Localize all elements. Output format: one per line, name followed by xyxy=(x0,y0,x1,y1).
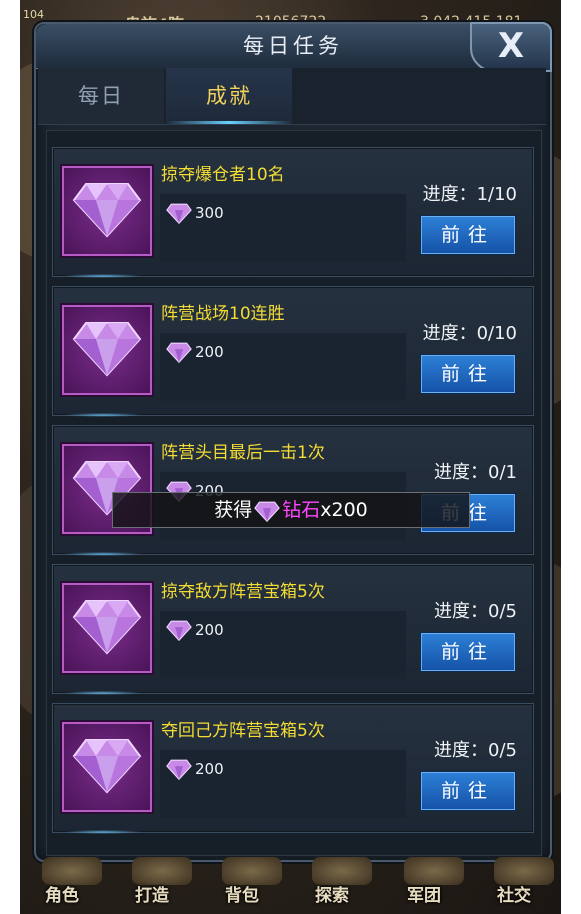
nav-explore[interactable]: 探索 xyxy=(292,881,372,906)
purple-diamond-icon xyxy=(72,739,142,794)
purple-diamond-icon xyxy=(72,183,142,238)
toast-prefix: 获得 xyxy=(214,499,253,521)
close-button[interactable]: X xyxy=(470,22,552,72)
tab-achievements[interactable]: 成就 xyxy=(166,68,292,124)
task-name: 夺回己方阵营宝箱5次 xyxy=(161,721,325,741)
tab-daily[interactable]: 每日 xyxy=(38,68,164,124)
toast-item: 钻石 xyxy=(282,499,321,521)
reward-amount: 200 xyxy=(195,760,224,778)
task-card: 夺回己方阵营宝箱5次 200 进度：0/5 前往 xyxy=(52,703,534,834)
reward-item-frame[interactable] xyxy=(62,305,152,395)
reward-amount: 200 xyxy=(195,343,224,361)
diamond-icon xyxy=(166,759,192,780)
task-progress: 进度：0/1 xyxy=(434,462,517,483)
task-card: 掠夺敌方阵营宝箱5次 200 进度：0/5 前往 xyxy=(52,564,534,695)
diamond-icon xyxy=(166,342,192,363)
task-name: 阵营战场10连胜 xyxy=(161,304,285,324)
close-icon: X xyxy=(497,26,525,66)
bottom-nav: 角色 打造 背包 探索 军团 社交 xyxy=(20,855,561,914)
task-card: 阵营头目最后一击1次 200 进度：0/1 前往 xyxy=(52,425,534,556)
reward-amount: 200 xyxy=(195,621,224,639)
tasks-dialog: 每日任务 X 每日 成就 掠夺爆仓者10名 300 进度：1/10 前往 阵营战… xyxy=(34,22,552,862)
reward-item-frame[interactable] xyxy=(62,583,152,673)
task-progress: 进度：0/5 xyxy=(434,740,517,761)
nav-character[interactable]: 角色 xyxy=(22,881,102,906)
task-progress: 进度：1/10 xyxy=(422,184,517,205)
nav-legion[interactable]: 军团 xyxy=(384,881,464,906)
purple-diamond-icon xyxy=(72,322,142,377)
toast-suffix: x200 xyxy=(320,499,368,521)
player-level: 104 xyxy=(23,8,44,21)
purple-diamond-icon xyxy=(72,600,142,655)
reward-box: 200 xyxy=(160,750,406,818)
reward-item-frame[interactable] xyxy=(62,166,152,256)
reward-amount: 300 xyxy=(195,204,224,222)
task-progress: 进度：0/5 xyxy=(434,601,517,622)
task-card: 掠夺爆仓者10名 300 进度：1/10 前往 xyxy=(52,147,534,278)
task-progress: 进度：0/10 xyxy=(422,323,517,344)
go-button[interactable]: 前往 xyxy=(421,772,515,810)
tab-bar: 每日 成就 xyxy=(38,68,546,125)
top-status-bar: 104 鬼族4陈 21056722 3,042,415,181 xyxy=(20,0,561,34)
nav-backpack[interactable]: 背包 xyxy=(202,881,282,906)
diamond-icon xyxy=(166,203,192,224)
go-button[interactable]: 前往 xyxy=(421,216,515,254)
diamond-icon xyxy=(254,501,281,522)
nav-social[interactable]: 社交 xyxy=(474,881,554,906)
go-button[interactable]: 前往 xyxy=(421,633,515,671)
reward-toast: 获得 钻石x200 xyxy=(112,492,470,528)
nav-forge[interactable]: 打造 xyxy=(112,881,192,906)
task-name: 掠夺爆仓者10名 xyxy=(161,165,285,185)
reward-box: 200 xyxy=(160,333,406,401)
task-name: 阵营头目最后一击1次 xyxy=(161,443,325,463)
reward-box: 200 xyxy=(160,611,406,679)
reward-item-frame[interactable] xyxy=(62,722,152,812)
go-button[interactable]: 前往 xyxy=(421,355,515,393)
reward-box: 300 xyxy=(160,194,406,262)
task-name: 掠夺敌方阵营宝箱5次 xyxy=(161,582,325,602)
diamond-icon xyxy=(166,620,192,641)
task-card: 阵营战场10连胜 200 进度：0/10 前往 xyxy=(52,286,534,417)
